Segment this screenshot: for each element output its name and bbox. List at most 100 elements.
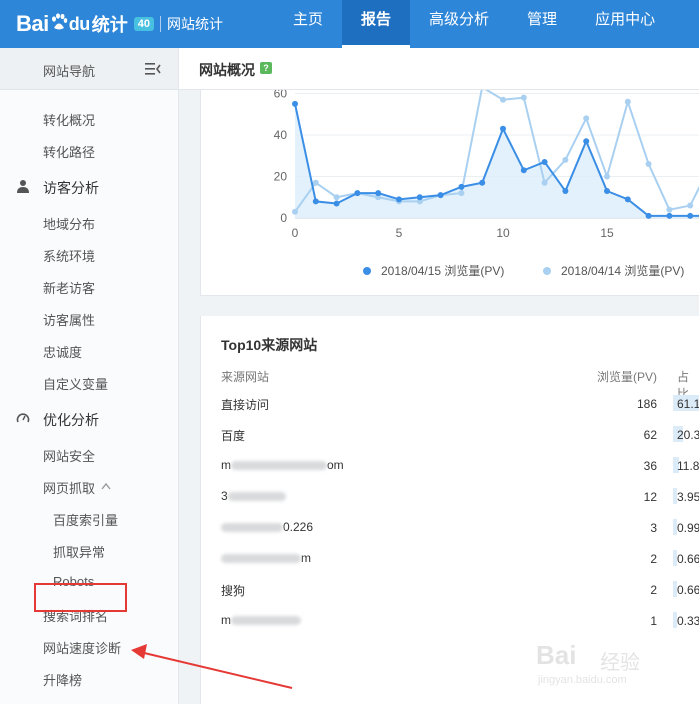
pv-cell: 186 bbox=[636, 397, 657, 411]
nav-item[interactable]: 应用中心 bbox=[576, 0, 674, 48]
pv-cell: 36 bbox=[643, 459, 657, 473]
source-site-cell[interactable]: 3 bbox=[221, 489, 286, 503]
data-point bbox=[312, 179, 319, 186]
data-point bbox=[292, 100, 298, 107]
gauge-icon bbox=[16, 413, 30, 423]
source-site-text: m bbox=[221, 458, 231, 472]
data-point bbox=[604, 188, 610, 195]
top-navigation-bar: Bai du 统计 40 网站统计 主页 报告 高级分析 管理 应用中心 bbox=[0, 0, 699, 48]
data-point bbox=[312, 198, 319, 205]
data-point bbox=[500, 125, 506, 132]
sidebar-item-loyalty[interactable]: 忠诚度 bbox=[43, 342, 82, 361]
pv-cell: 3 bbox=[650, 521, 657, 535]
source-site-cell[interactable]: 0.226 bbox=[221, 520, 313, 534]
data-point bbox=[666, 206, 673, 213]
share-cell: 0.66 bbox=[677, 552, 699, 566]
x-tick-label: 15 bbox=[600, 226, 614, 240]
data-point bbox=[541, 158, 548, 165]
share-cell: 61.1 bbox=[677, 397, 699, 411]
collapse-menu-icon[interactable] bbox=[145, 62, 161, 76]
data-point bbox=[687, 202, 694, 209]
nav-item[interactable]: 管理 bbox=[508, 0, 576, 48]
sidebar-item-speed-diagnosis[interactable]: 网站速度诊断 bbox=[43, 638, 121, 657]
source-site-text-tail: 0.226 bbox=[283, 520, 314, 534]
main-nav: 主页 报告 高级分析 管理 应用中心 bbox=[274, 0, 674, 48]
user-icon bbox=[17, 180, 29, 193]
pv-cell: 2 bbox=[650, 552, 657, 566]
data-point bbox=[562, 188, 569, 195]
sidebar-item-site-security[interactable]: 网站安全 bbox=[43, 446, 95, 465]
y-tick-label: 0 bbox=[280, 211, 287, 225]
x-tick-label: 5 bbox=[396, 226, 403, 240]
data-point bbox=[500, 96, 506, 103]
source-site-cell[interactable]: m bbox=[221, 551, 311, 565]
data-point bbox=[562, 156, 569, 163]
plot-area bbox=[292, 90, 699, 219]
pv-cell: 1 bbox=[650, 614, 657, 628]
help-icon[interactable]: ? bbox=[260, 62, 272, 74]
share-cell: 0.33 bbox=[677, 614, 699, 628]
data-point bbox=[396, 196, 402, 203]
source-site-cell[interactable]: m om bbox=[221, 458, 344, 472]
y-tick-label: 20 bbox=[274, 170, 288, 184]
source-site-cell[interactable]: 搜狗 bbox=[221, 582, 245, 599]
sidebar-item-conversion-overview[interactable]: 转化概况 bbox=[43, 110, 95, 129]
sidebar-item-system-env[interactable]: 系统环境 bbox=[43, 246, 95, 265]
pv-cell: 62 bbox=[643, 428, 657, 442]
sidebar-item-page-crawl[interactable]: 网页抓取 bbox=[43, 478, 95, 497]
source-site-cell[interactable]: m bbox=[221, 613, 301, 627]
sidebar-item-custom-variable[interactable]: 自定义变量 bbox=[43, 374, 108, 393]
data-point bbox=[520, 94, 527, 101]
page-title: 网站概况 bbox=[199, 62, 255, 78]
data-point bbox=[604, 173, 610, 180]
x-tick-label: 10 bbox=[496, 226, 510, 240]
watermark-logo: Bai bbox=[536, 640, 577, 670]
source-site-text: 搜狗 bbox=[221, 584, 246, 598]
sidebar-header-label: 网站导航 bbox=[43, 64, 96, 79]
version-badge: 40 bbox=[133, 17, 154, 31]
sidebar-group-optimization[interactable]: 优化分析 bbox=[43, 410, 99, 430]
source-site-text: m bbox=[221, 613, 231, 627]
watermark-jingyan: 经验 bbox=[600, 652, 640, 674]
redacted-blur bbox=[227, 492, 286, 502]
sidebar-item-conversion-path[interactable]: 转化路径 bbox=[43, 142, 95, 161]
source-site-cell[interactable]: 直接访问 bbox=[221, 396, 269, 413]
logo-divider bbox=[160, 16, 161, 32]
sidebar-item-visitor-attributes[interactable]: 访客属性 bbox=[43, 310, 95, 329]
sidebar-item-new-old-visitors[interactable]: 新老访客 bbox=[43, 278, 95, 297]
logo-du-text: du bbox=[68, 13, 91, 34]
source-site-text: 直接访问 bbox=[221, 398, 270, 412]
data-point bbox=[437, 192, 444, 199]
sidebar-item-region[interactable]: 地域分布 bbox=[43, 214, 95, 233]
data-point bbox=[292, 208, 298, 215]
redacted-blur bbox=[231, 461, 327, 471]
column-header-site: 来源网站 bbox=[221, 370, 270, 384]
legend-item-series-1[interactable]: 2018/04/15 浏览量(PV) bbox=[363, 262, 504, 279]
watermark-url: jingyan.baidu.com bbox=[538, 674, 627, 686]
content-header: 网站概况 ? bbox=[179, 48, 699, 90]
chevron-up-icon[interactable] bbox=[101, 482, 111, 490]
sidebar-item-baidu-index[interactable]: 百度索引量 bbox=[53, 510, 118, 529]
y-tick-label: 60 bbox=[274, 90, 288, 101]
share-cell: 20.3 bbox=[677, 428, 699, 442]
data-point bbox=[333, 194, 340, 201]
source-site-text: 百度 bbox=[221, 429, 246, 443]
nav-item[interactable]: 高级分析 bbox=[410, 0, 508, 48]
data-point bbox=[687, 212, 694, 219]
redacted-blur bbox=[231, 616, 301, 626]
nav-item[interactable]: 报告 bbox=[342, 0, 411, 48]
nav-item[interactable]: 主页 bbox=[274, 0, 342, 48]
baidu-tongji-logo[interactable]: Bai du 统计 40 网站统计 bbox=[16, 8, 223, 40]
sidebar-item-crawl-errors[interactable]: 抓取异常 bbox=[53, 542, 105, 561]
redacted-blur bbox=[221, 523, 283, 533]
trend-chart-card: 0 20 40 60 0 5 10 15 2018/04/15 浏览量(PV) 2018/04… bbox=[200, 90, 699, 296]
source-site-cell[interactable]: 百度 bbox=[221, 427, 245, 444]
sidebar-item-rise-fall[interactable]: 升降榜 bbox=[43, 670, 82, 689]
sidebar-group-visitor-analysis[interactable]: 访客分析 bbox=[43, 178, 99, 198]
legend-item-series-2[interactable]: 2018/04/14 浏览量(PV) bbox=[543, 262, 684, 279]
data-point bbox=[666, 212, 673, 219]
sidebar-header: 网站导航 bbox=[0, 48, 178, 90]
table-title: Top10来源网站 bbox=[221, 337, 318, 353]
source-site-text: 3 bbox=[221, 489, 228, 503]
data-point bbox=[416, 194, 423, 201]
